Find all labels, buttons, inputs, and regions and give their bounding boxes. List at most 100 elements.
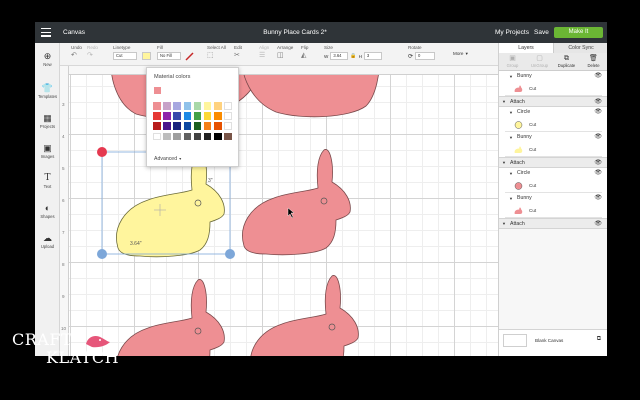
color-swatch[interactable]	[173, 112, 181, 120]
color-swatch[interactable]	[193, 102, 202, 110]
tab-layers[interactable]: Layers	[499, 43, 554, 53]
color-swatch[interactable]	[193, 122, 202, 130]
color-swatch[interactable]	[224, 112, 232, 120]
color-swatch[interactable]	[214, 112, 222, 120]
save-link[interactable]: Save	[534, 29, 549, 36]
color-swatch[interactable]	[153, 102, 161, 110]
layer-operation[interactable]: Cut	[499, 118, 607, 132]
select-all-button[interactable]: Select All ⬚	[207, 45, 226, 60]
color-swatch[interactable]	[163, 112, 171, 120]
color-swatch[interactable]	[214, 132, 222, 141]
duplicate-button[interactable]: ⧉ Duplicate	[553, 54, 580, 68]
fill-color-swatch[interactable]	[142, 45, 151, 61]
layer-operation[interactable]: Cut	[499, 179, 607, 193]
flip-button[interactable]: Flip ◭	[301, 45, 308, 60]
canvas-settings-icon[interactable]: ⧉	[597, 336, 601, 343]
sidebar-item-projects[interactable]: ▦ Projects	[35, 113, 60, 129]
sidebar-item-shapes[interactable]: ◐ Shapes	[35, 203, 60, 219]
ungroup-button[interactable]: ▢ UnGroup	[526, 54, 553, 68]
caret-down-icon[interactable]: ▼	[502, 219, 506, 229]
layer-item[interactable]: ▼ Bunny 👁	[499, 71, 607, 82]
caret-down-icon[interactable]: ▼	[509, 193, 513, 204]
color-swatch[interactable]	[153, 132, 161, 141]
layer-operation[interactable]: Cut	[499, 82, 607, 96]
current-color-swatch[interactable]	[154, 87, 161, 94]
lock-icon[interactable]: 🔒	[350, 53, 356, 59]
layer-item[interactable]: ▼ Bunny 👁	[499, 193, 607, 204]
more-menu[interactable]: More ▼	[453, 51, 469, 56]
advanced-toggle[interactable]: Advanced ▼	[154, 156, 182, 162]
align-button[interactable]: Align ☰	[259, 45, 269, 60]
color-swatch[interactable]	[224, 132, 232, 141]
eye-icon[interactable]: 👁	[594, 132, 602, 143]
eye-icon[interactable]: 👁	[594, 107, 602, 118]
tab-color-sync[interactable]: Color Sync	[554, 43, 607, 53]
width-input[interactable]: 3.64	[330, 52, 349, 60]
layer-item[interactable]: ▼ Bunny 👁	[499, 132, 607, 143]
color-swatch[interactable]	[224, 122, 232, 130]
caret-down-icon[interactable]: ▼	[509, 107, 513, 118]
resize-handle[interactable]	[225, 249, 235, 259]
color-swatch[interactable]	[183, 112, 192, 120]
color-swatch[interactable]	[153, 112, 161, 120]
blank-canvas-row[interactable]: Blank Canvas ⧉	[499, 329, 607, 356]
caret-down-icon[interactable]: ▼	[502, 97, 506, 107]
layer-operation[interactable]: Cut	[499, 143, 607, 157]
color-swatch[interactable]	[203, 112, 212, 120]
fill-swatch[interactable]	[142, 52, 151, 60]
layer-operation[interactable]: Cut	[499, 204, 607, 218]
color-swatch[interactable]	[153, 122, 161, 130]
eye-icon[interactable]: 👁	[594, 168, 602, 179]
color-swatch[interactable]	[203, 132, 212, 141]
edit-button[interactable]: Edit ✂	[234, 45, 242, 60]
design-canvas[interactable]	[60, 66, 498, 356]
fill-select[interactable]: No Fill	[157, 52, 181, 60]
color-swatch[interactable]	[163, 102, 171, 110]
caret-down-icon[interactable]: ▼	[509, 71, 513, 82]
color-swatch[interactable]	[203, 122, 212, 130]
bunny-shape-middle-right[interactable]	[241, 148, 351, 256]
color-swatch[interactable]	[214, 122, 222, 130]
color-swatch[interactable]	[183, 102, 192, 110]
color-swatch[interactable]	[193, 132, 202, 141]
color-swatch[interactable]	[224, 102, 232, 110]
eye-icon[interactable]: 👁	[594, 193, 602, 204]
sidebar-item-text[interactable]: T Text	[35, 173, 60, 189]
eye-icon[interactable]: 👁	[594, 219, 602, 229]
layer-group-attach[interactable]: ▼ Attach 👁	[499, 157, 607, 168]
color-swatch[interactable]	[163, 132, 171, 141]
bunny-shape-bottom-right[interactable]	[249, 274, 359, 356]
height-input[interactable]: 3	[363, 52, 382, 60]
arrange-button[interactable]: Arrange ◫	[277, 45, 293, 60]
fill-control[interactable]: Fill No Fill	[157, 45, 181, 60]
linetype-select[interactable]: Cut	[113, 52, 137, 60]
color-swatch[interactable]	[173, 122, 181, 130]
group-button[interactable]: ▣ Group	[499, 54, 526, 68]
caret-down-icon[interactable]: ▼	[502, 158, 506, 168]
sidebar-item-templates[interactable]: 👕 Templates	[35, 83, 60, 99]
layer-item[interactable]: ▼ Circle 👁	[499, 168, 607, 179]
layer-group-attach[interactable]: ▼ Attach 👁	[499, 96, 607, 107]
bunny-shape-bottom-left[interactable]	[115, 278, 225, 356]
undo-button[interactable]: Undo ↶	[71, 45, 82, 60]
sidebar-item-images[interactable]: ▣ Images	[35, 143, 60, 159]
caret-down-icon[interactable]: ▼	[509, 168, 513, 179]
eye-icon[interactable]: 👁	[594, 97, 602, 107]
delete-handle[interactable]	[97, 147, 107, 157]
color-swatch[interactable]	[163, 122, 171, 130]
color-swatch[interactable]	[193, 112, 202, 120]
rotate-input[interactable]: 0	[415, 52, 436, 60]
eye-icon[interactable]: 👁	[594, 71, 602, 82]
fill-pen-swatch[interactable]	[185, 45, 194, 62]
caret-down-icon[interactable]: ▼	[509, 132, 513, 143]
delete-button[interactable]: 🗑 Delete	[580, 54, 607, 68]
color-swatch[interactable]	[173, 132, 181, 141]
layer-item[interactable]: ▼ Circle 👁	[499, 107, 607, 118]
my-projects-link[interactable]: My Projects	[495, 29, 529, 36]
color-swatch[interactable]	[173, 102, 181, 110]
sidebar-item-new[interactable]: ⊕ New	[35, 51, 60, 67]
linetype-control[interactable]: Linetype Cut	[113, 45, 137, 60]
color-swatch[interactable]	[183, 122, 192, 130]
color-swatch[interactable]	[203, 102, 212, 110]
sidebar-item-upload[interactable]: ☁ Upload	[35, 233, 60, 249]
